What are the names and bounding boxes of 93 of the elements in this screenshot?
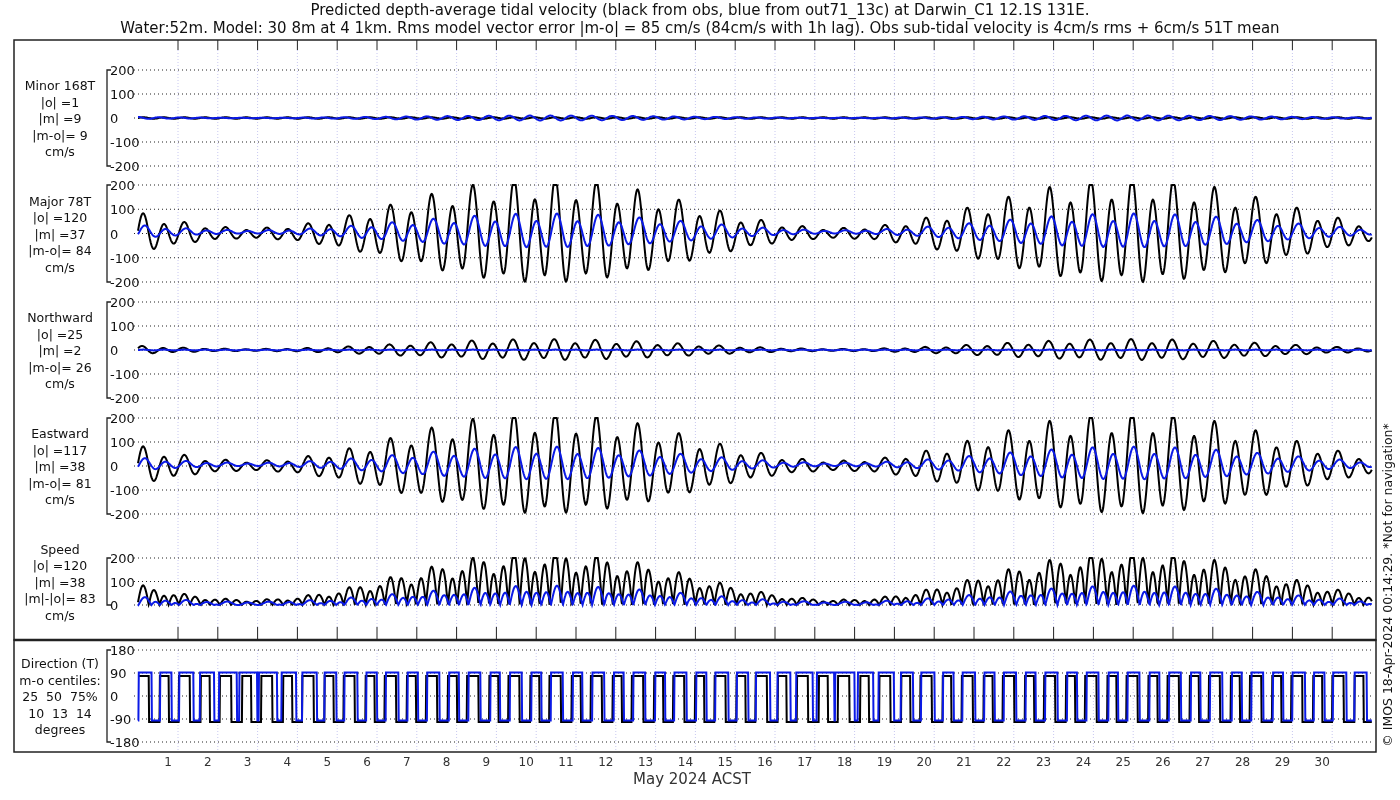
panel-label: degrees — [34, 722, 86, 737]
axis-tick-label: 0 — [110, 598, 119, 613]
axis-tick-label: 14 — [677, 755, 694, 769]
axis-tick-label: 0 — [110, 343, 119, 358]
panel-label: |o| =117 — [32, 442, 88, 458]
axis-tick-label: 15 — [717, 755, 733, 769]
axis-tick-label: -100 — [110, 250, 140, 266]
panel-label: |o| =1 — [40, 94, 80, 110]
axis-tick-label: 0 — [110, 689, 119, 704]
axis-tick-label: 200 — [110, 551, 135, 566]
panel-label: Major 78T — [28, 193, 92, 209]
panel-label: cm/s — [45, 144, 75, 159]
axis-tick-label: -200 — [110, 507, 140, 522]
panel-label: |m-o|= 84 — [28, 243, 92, 258]
panel-label: |m-o|= 9 — [32, 127, 88, 143]
axis-tick-label: 28 — [1234, 755, 1251, 769]
axis-tick-label: 26 — [1155, 755, 1171, 769]
credit-text: © IMOS 18-Apr-2024 00:14:29. *Not for navigation* — [1380, 423, 1395, 747]
axis-tick-label: -200 — [110, 391, 140, 406]
axis-tick-label: 100 — [110, 87, 135, 102]
axis-tick-label: 3 — [243, 755, 252, 769]
axis-title: May 2024 ACST — [633, 770, 751, 788]
panel-label: |m| =38 — [34, 574, 86, 590]
axis-tick-label: 29 — [1274, 755, 1291, 769]
axis-tick-label: 200 — [110, 411, 135, 426]
axis-tick-label: 0 — [110, 459, 119, 474]
axis-tick-label: 2 — [204, 755, 212, 769]
axis-tick-label: 16 — [757, 755, 773, 769]
panel-label: Direction (T) — [21, 656, 99, 671]
panel-label: |o| =120 — [32, 558, 88, 573]
panel-label: |m| =37 — [34, 226, 86, 242]
axis-tick-label: -100 — [110, 135, 140, 150]
axis-tick-label: 4 — [283, 755, 292, 769]
axis-tick-label: 25 — [1115, 755, 1131, 769]
panel-label: |m-o|= 26 — [28, 359, 92, 375]
axis-tick-label: 12 — [598, 755, 614, 769]
axis-tick-label: -100 — [110, 367, 140, 382]
panel-label: Eastward — [31, 426, 89, 441]
panel-label: |o| =25 — [36, 326, 84, 342]
panel-label: m-o centiles: — [19, 672, 101, 688]
axis-tick-label: 200 — [110, 63, 135, 78]
chart-title: Predicted depth-average tidal velocity (black from obs, blue from out71_13c) at Darwin_C1 12.1S 131E. — [310, 1, 1090, 19]
panel-label: cm/s — [45, 376, 75, 391]
panel-label: Minor 168T — [24, 78, 96, 93]
axis-tick-label: 180 — [110, 643, 135, 658]
axis-tick-label: 100 — [110, 319, 135, 334]
panel-label: Speed — [40, 541, 80, 557]
axis-tick-label: 90 — [110, 666, 127, 681]
panel-label: cm/s — [45, 259, 75, 275]
chart-title: Water:52m. Model: 30 8m at 4 1km. Rms model vector error |m-o| = 85 cm/s (84cm/s with 1h lag). Obs sub-tidal velocity is 4cm/s rms + 6cm/s 51T mean — [120, 19, 1280, 37]
panel-label: 25 50 75% — [22, 689, 98, 704]
axis-tick-label: 27 — [1195, 755, 1211, 769]
axis-tick-label: 1 — [164, 755, 172, 769]
axis-tick-label: 13 — [637, 755, 654, 769]
axis-tick-label: -180 — [110, 735, 140, 750]
axis-tick-label: 17 — [797, 755, 813, 769]
axis-tick-label: 8 — [442, 755, 451, 769]
panel-label: |m| =38 — [34, 459, 86, 474]
panel-label: cm/s — [45, 492, 75, 507]
panel-label: Northward — [27, 310, 93, 325]
axis-tick-label: 24 — [1075, 755, 1092, 769]
axis-tick-label: 0 — [110, 226, 119, 242]
panel-label: |m|-|o|= 83 — [24, 591, 96, 606]
panel-label: |m-o|= 81 — [28, 475, 92, 491]
axis-tick-label: 5 — [323, 755, 331, 769]
axis-tick-label: 18 — [836, 755, 853, 769]
axis-tick-label: 21 — [956, 755, 972, 769]
panel-label: |m| =9 — [38, 111, 82, 126]
axis-tick-label: 200 — [110, 178, 135, 193]
axis-tick-label: 100 — [110, 202, 135, 218]
axis-tick-label: -200 — [110, 275, 140, 290]
axis-tick-label: 7 — [403, 755, 411, 769]
panel-label: |m| =2 — [38, 343, 82, 358]
axis-tick-label: 200 — [110, 295, 135, 310]
axis-tick-label: 11 — [558, 755, 574, 769]
axis-tick-label: 9 — [482, 755, 491, 769]
axis-tick-label: 100 — [110, 435, 135, 450]
panel-label: |o| =120 — [32, 210, 88, 225]
axis-tick-label: -100 — [110, 483, 140, 498]
axis-tick-label: 100 — [110, 574, 135, 590]
axis-tick-label: 19 — [876, 755, 893, 769]
axis-tick-label: 6 — [363, 755, 371, 769]
axis-tick-label: 22 — [996, 755, 1012, 769]
panel-label: cm/s — [45, 607, 75, 623]
axis-tick-label: -200 — [110, 159, 140, 174]
panel-label: 10 13 14 — [28, 705, 92, 721]
y-axis-line — [106, 557, 112, 606]
axis-tick-label: -90 — [110, 712, 132, 727]
axis-tick-label: 20 — [916, 755, 932, 769]
axis-tick-label: 23 — [1035, 755, 1052, 769]
axis-tick-label: 30 — [1314, 755, 1330, 769]
axis-tick-label: 0 — [110, 111, 119, 126]
axis-tick-label: 10 — [518, 755, 534, 769]
